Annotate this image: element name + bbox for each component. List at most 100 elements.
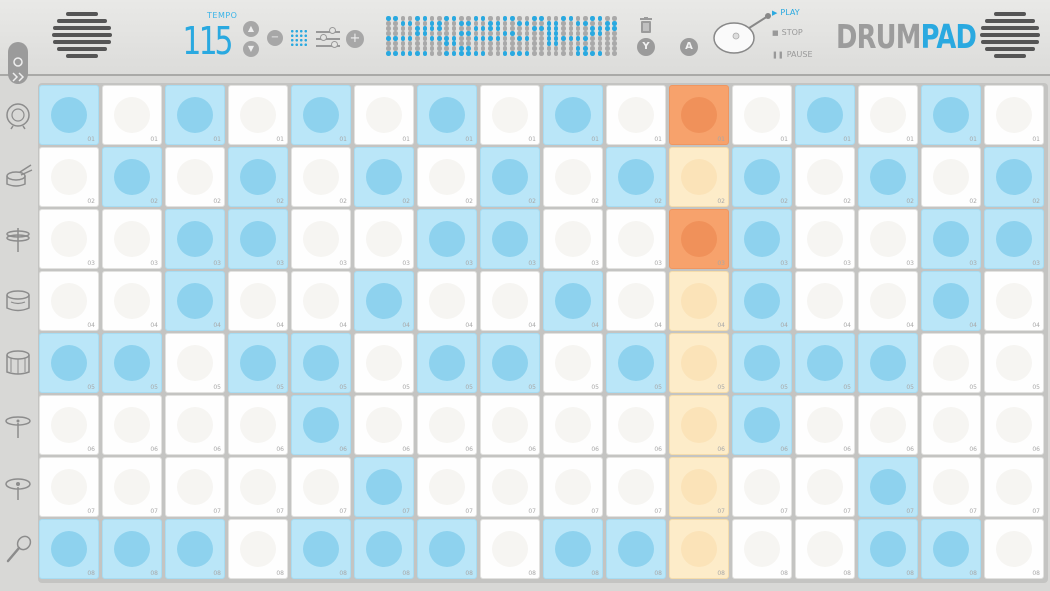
drum-pad[interactable]: 01 [291, 85, 351, 145]
drum-pad[interactable]: 08 [795, 519, 855, 579]
tempo-up-button[interactable]: ▲ [243, 21, 259, 37]
drum-pad[interactable]: 01 [921, 85, 981, 145]
drum-pad[interactable]: 05 [543, 333, 603, 393]
drum-pad[interactable]: 06 [39, 395, 99, 455]
drum-pad[interactable]: 07 [354, 457, 414, 517]
drum-pad[interactable]: 06 [165, 395, 225, 455]
drum-pad[interactable]: 05 [732, 333, 792, 393]
drum-pad[interactable]: 01 [606, 85, 666, 145]
drum-pad[interactable]: 05 [39, 333, 99, 393]
drum-pad[interactable]: 06 [858, 395, 918, 455]
drum-pad[interactable]: 05 [984, 333, 1044, 393]
mixer-sliders-icon[interactable] [316, 27, 340, 49]
drum-pad[interactable]: 07 [795, 457, 855, 517]
drum-pad[interactable]: 08 [984, 519, 1044, 579]
drum-pad[interactable]: 04 [39, 271, 99, 331]
drum-pad[interactable]: 07 [228, 457, 288, 517]
drum-pad[interactable]: 05 [165, 333, 225, 393]
drum-pad[interactable]: 05 [858, 333, 918, 393]
drum-pad[interactable]: 03 [228, 209, 288, 269]
sidebar-toggle-handle[interactable] [8, 42, 28, 84]
drum-pad[interactable]: 02 [921, 147, 981, 207]
plus-button[interactable]: + [346, 30, 364, 48]
a-button[interactable]: A [680, 38, 698, 56]
drum-pad[interactable]: 01 [543, 85, 603, 145]
drum-pad[interactable]: 06 [984, 395, 1044, 455]
drum-pad[interactable]: 07 [606, 457, 666, 517]
drum-pad[interactable]: 07 [165, 457, 225, 517]
drum-pad[interactable]: 04 [732, 271, 792, 331]
drum-pad[interactable]: 02 [291, 147, 351, 207]
drum-pad[interactable]: 05 [354, 333, 414, 393]
drum-pad[interactable]: 01 [228, 85, 288, 145]
drum-pad[interactable]: 06 [480, 395, 540, 455]
snare-drum-icon[interactable] [3, 162, 33, 192]
drum-pad[interactable]: 01 [354, 85, 414, 145]
drum-pad[interactable]: 08 [291, 519, 351, 579]
drum-pad[interactable]: 04 [606, 271, 666, 331]
maraca-icon[interactable] [3, 534, 33, 564]
drum-pad[interactable]: 08 [669, 519, 729, 579]
drum-pad[interactable]: 08 [354, 519, 414, 579]
drum-pad[interactable]: 06 [669, 395, 729, 455]
drum-pad[interactable]: 05 [606, 333, 666, 393]
drum-pad[interactable]: 03 [984, 209, 1044, 269]
drum-pad[interactable]: 06 [228, 395, 288, 455]
drum-pad[interactable]: 07 [669, 457, 729, 517]
tempo-value[interactable]: 115 [182, 18, 233, 64]
drum-pad[interactable]: 03 [291, 209, 351, 269]
trash-icon[interactable] [640, 17, 652, 33]
drum-pad[interactable]: 02 [39, 147, 99, 207]
drum-pad[interactable]: 06 [606, 395, 666, 455]
drum-pad[interactable]: 02 [858, 147, 918, 207]
drum-pad[interactable]: 01 [165, 85, 225, 145]
minus-button[interactable]: − [267, 30, 283, 46]
drum-pad[interactable]: 08 [165, 519, 225, 579]
drum-pad[interactable]: 04 [795, 271, 855, 331]
drum-pad[interactable]: 03 [417, 209, 477, 269]
drum-pad[interactable]: 04 [984, 271, 1044, 331]
drum-pad[interactable]: 03 [795, 209, 855, 269]
drum-pad[interactable]: 04 [291, 271, 351, 331]
bass-drum-icon[interactable] [3, 100, 33, 130]
floor-tom-icon[interactable] [3, 348, 33, 378]
drum-pad[interactable]: 05 [921, 333, 981, 393]
drum-pad[interactable]: 05 [102, 333, 162, 393]
drum-pad[interactable]: 02 [102, 147, 162, 207]
drum-pad[interactable]: 05 [480, 333, 540, 393]
drum-pad[interactable]: 07 [39, 457, 99, 517]
drum-pad[interactable]: 02 [732, 147, 792, 207]
drum-pad[interactable]: 07 [858, 457, 918, 517]
drum-pad[interactable]: 07 [417, 457, 477, 517]
drum-pad[interactable]: 03 [606, 209, 666, 269]
drum-pad[interactable]: 05 [228, 333, 288, 393]
drum-pad[interactable]: 03 [39, 209, 99, 269]
drum-pad[interactable]: 06 [102, 395, 162, 455]
drum-pad[interactable]: 05 [417, 333, 477, 393]
drum-pad[interactable]: 08 [228, 519, 288, 579]
cymbal-icon[interactable] [3, 410, 33, 440]
drum-pad[interactable]: 01 [480, 85, 540, 145]
stop-button[interactable]: ■ STOP [772, 28, 803, 37]
drum-pad[interactable]: 01 [669, 85, 729, 145]
drum-pad[interactable]: 07 [984, 457, 1044, 517]
drum-pad[interactable]: 04 [165, 271, 225, 331]
drum-pad[interactable]: 03 [543, 209, 603, 269]
drum-pad[interactable]: 02 [606, 147, 666, 207]
drum-pad[interactable]: 02 [480, 147, 540, 207]
drum-pad[interactable]: 04 [354, 271, 414, 331]
drum-pad[interactable]: 07 [543, 457, 603, 517]
drum-pad[interactable]: 04 [858, 271, 918, 331]
drum-pad[interactable]: 05 [291, 333, 351, 393]
drum-pad[interactable]: 04 [417, 271, 477, 331]
hi-hat-icon[interactable] [3, 224, 33, 254]
drum-pad[interactable]: 01 [102, 85, 162, 145]
drum-pad[interactable]: 03 [354, 209, 414, 269]
drum-pad[interactable]: 02 [795, 147, 855, 207]
drum-pad[interactable]: 06 [291, 395, 351, 455]
drum-pad[interactable]: 07 [921, 457, 981, 517]
drum-pad[interactable]: 04 [102, 271, 162, 331]
drum-pad[interactable]: 01 [858, 85, 918, 145]
drum-pad[interactable]: 02 [354, 147, 414, 207]
drum-pad[interactable]: 08 [480, 519, 540, 579]
